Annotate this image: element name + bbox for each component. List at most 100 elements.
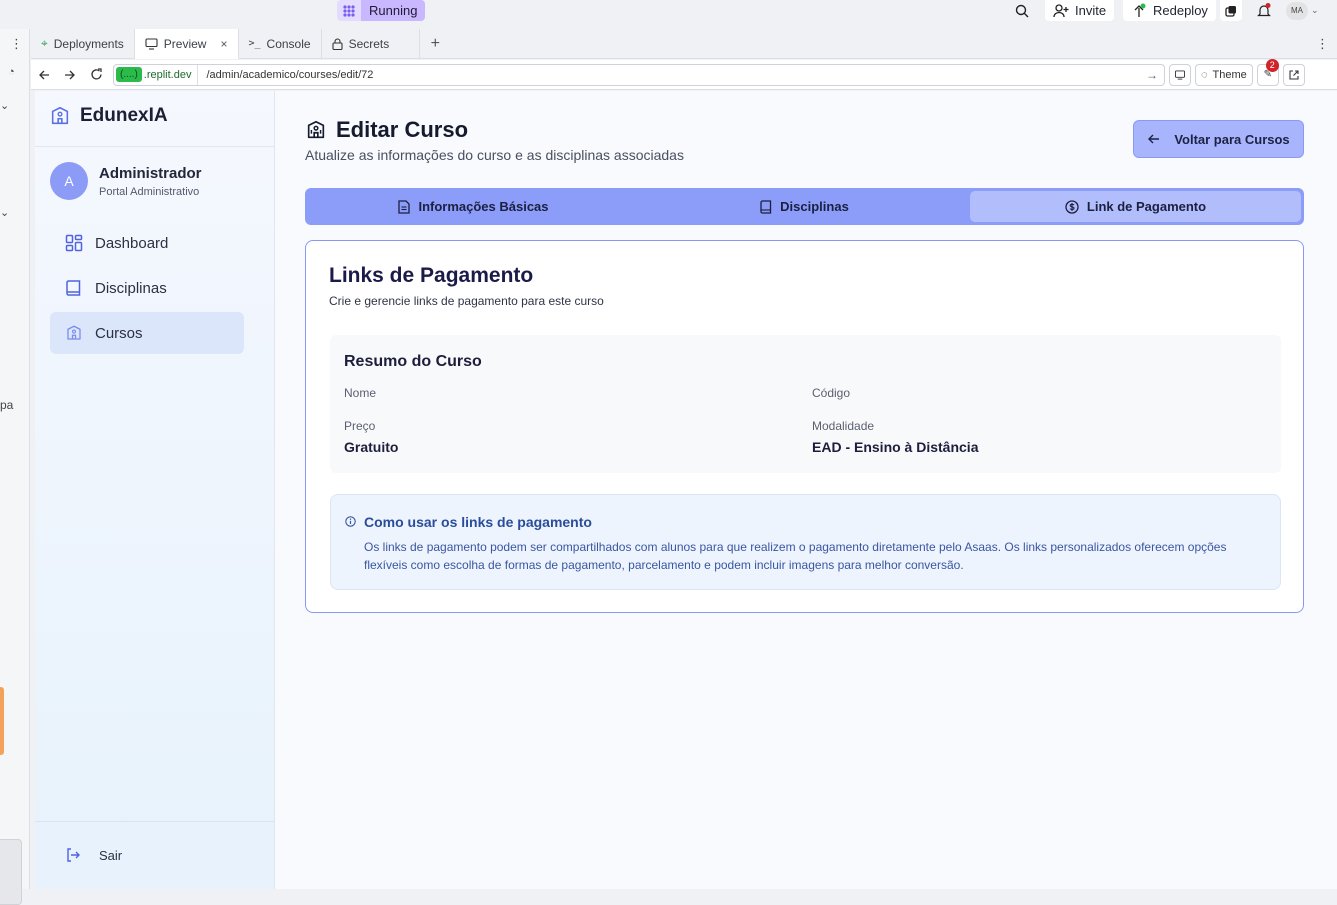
workspace-tabs: ⌖ Deployments Preview × >_ Console Secre… [31,29,1337,59]
redeploy-button[interactable]: Redeploy [1123,0,1216,21]
brand[interactable]: EdunexIA [49,105,168,127]
inspect-button[interactable]: ✎ 2 [1256,58,1279,86]
monitor-icon [145,37,158,50]
tab-label: Informações Básicas [418,199,549,214]
chevron-down-icon[interactable]: ⌄ [0,206,9,219]
price-label: Preço [344,419,376,433]
workspace-switch-button[interactable] [1220,0,1242,21]
info-icon [345,516,356,527]
book-icon [66,280,81,296]
tab-console[interactable]: >_ Console [239,29,322,58]
app-preview: EdunexIA A Administrador Portal Administ… [35,91,1337,889]
tab-deployments[interactable]: ⌖ Deployments [31,29,135,58]
monitor-icon [1175,69,1185,80]
domain-pill: (....) .replit.dev [114,64,199,85]
user-menu[interactable]: MA ⌄ [1286,0,1319,21]
go-arrow-icon[interactable]: → [1146,68,1158,82]
external-link-icon [1289,69,1299,80]
price-value: Gratuito [344,439,399,455]
tab-label: Deployments [53,36,124,51]
summary-title: Resumo do Curso [344,353,482,370]
panel-input-box[interactable] [0,839,22,905]
chevron-down-icon: ⌄ [1311,5,1319,15]
open-external-button[interactable] [1282,63,1305,86]
search-icon[interactable] [1015,0,1029,21]
url-input[interactable]: (....) .replit.dev /admin/academico/cour… [113,63,1165,86]
palette-icon: ◌ [1201,68,1208,81]
tab-informacoes-basicas[interactable]: Informações Básicas [308,191,639,222]
info-title: Como usar os links de pagamento [364,514,592,530]
code-label: Código [812,386,851,400]
divider [35,146,275,147]
more-vertical-icon[interactable]: ⋮ [1316,36,1329,52]
modality-value: EAD - Ensino à Distância [812,439,979,455]
domain-badge: (....) [116,67,142,82]
devtools-button[interactable] [1169,63,1191,86]
user-name: Administrador [99,164,202,182]
sidebar-item-dashboard[interactable]: Dashboard [50,222,244,264]
theme-button[interactable]: ◌ Theme [1195,63,1253,86]
tab-preview[interactable]: Preview × [134,29,239,59]
logout-button[interactable]: Sair [65,847,122,863]
name-label: Nome [344,386,377,400]
payment-links-card: Links de Pagamento Crie e gerencie links… [305,240,1304,613]
sidebar-item-label: Dashboard [95,234,169,252]
brand-name: EdunexIA [80,105,168,126]
card-subtitle: Crie e gerencie links de pagamento para … [329,294,604,308]
sidebar-item-label: Cursos [95,324,143,342]
course-summary: Resumo do Curso Nome Código Preço Gratui… [330,335,1281,473]
user-avatar: MA [1286,1,1308,20]
lock-icon [332,37,343,50]
replit-top-bar: Running Invite Redeploy MA ⌄ [0,0,1337,29]
run-status[interactable]: Running [337,0,426,21]
divider [35,821,275,822]
sidebar: EdunexIA A Administrador Portal Administ… [35,91,275,889]
modality-label: Modalidade [812,419,875,433]
course-tabs: Informações Básicas Disciplinas Link de … [305,188,1304,225]
tab-link-de-pagamento[interactable]: Link de Pagamento [970,191,1301,222]
theme-label: Theme [1212,68,1247,81]
close-icon[interactable]: × [220,37,227,51]
notifications-bell-icon[interactable] [1257,0,1271,21]
gauge-icon: ◔ [8,66,15,78]
sidebar-item-label: Disciplinas [95,279,167,297]
reload-icon[interactable] [83,68,109,81]
school-icon [307,120,325,139]
user-role: Portal Administrativo [99,185,200,198]
info-box: Como usar os links de pagamento Os links… [330,494,1281,590]
tab-label: Preview [163,36,207,51]
invite-label: Invite [1075,3,1107,18]
tab-label: Link de Pagamento [1086,199,1207,214]
invite-button[interactable]: Invite [1045,0,1115,21]
arrow-left-icon [1148,134,1160,144]
back-to-courses-button[interactable]: Voltar para Cursos [1133,120,1304,158]
run-dots-icon [337,0,361,21]
logout-icon [67,848,80,862]
preview-url-bar: (....) .replit.dev /admin/academico/cour… [31,58,1337,90]
tab-label: Secrets [348,36,390,51]
school-icon [51,106,69,125]
file-text-icon [398,199,411,214]
dollar-circle-icon [1065,199,1079,214]
copy-icon [1225,5,1236,17]
back-button-label: Voltar para Cursos [1174,131,1290,147]
tab-disciplinas[interactable]: Disciplinas [639,191,970,222]
forward-arrow-icon[interactable] [57,69,83,81]
user-profile: A Administrador Portal Administrativo [50,162,202,200]
page-subtitle: Atualize as informações do curso e as di… [305,147,684,163]
back-arrow-icon[interactable] [31,69,57,81]
dashboard-icon [65,234,83,252]
more-vertical-icon[interactable]: ⋮ [10,36,23,52]
info-text: Os links de pagamento podem ser comparti… [364,540,1227,572]
warning-highlight [0,687,4,755]
chevron-down-icon[interactable]: ⌄ [0,99,9,112]
tab-secrets[interactable]: Secrets [322,29,421,58]
domain-text: .replit.dev [143,68,192,81]
sidebar-nav: Dashboard Disciplinas Cursos [50,222,244,357]
notification-badge: 2 [1265,58,1279,72]
redeploy-label: Redeploy [1153,3,1208,18]
new-tab-button[interactable]: + [420,29,450,58]
page-title: Editar Curso [305,117,468,143]
sidebar-item-disciplinas[interactable]: Disciplinas [50,267,244,309]
sidebar-item-cursos[interactable]: Cursos [50,312,244,354]
